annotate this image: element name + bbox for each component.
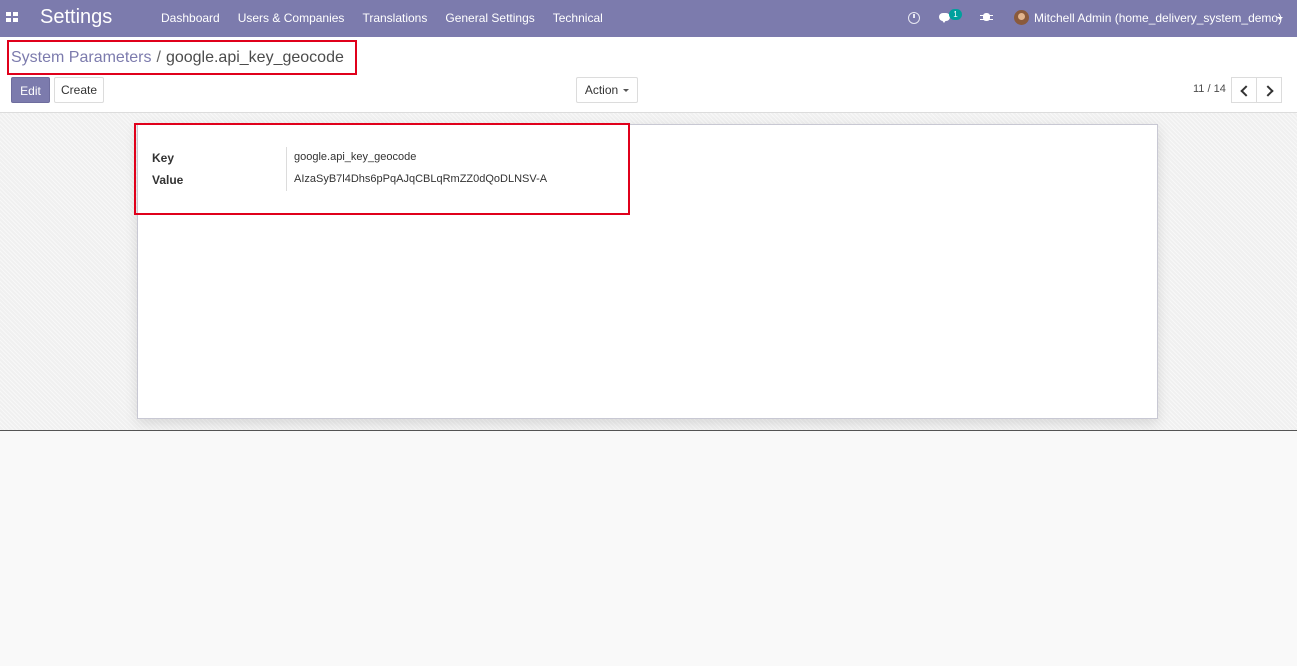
page-background	[0, 431, 1297, 666]
menu-item-translations[interactable]: Translations	[353, 0, 436, 37]
top-navbar: Settings Dashboard Users & Companies Tra…	[0, 0, 1297, 37]
activity-clock-icon[interactable]	[908, 12, 920, 24]
breadcrumb-parent-link[interactable]: System Parameters	[11, 49, 151, 66]
menu-item-dashboard[interactable]: Dashboard	[152, 0, 229, 37]
chevron-down-icon[interactable]	[1277, 17, 1283, 20]
action-label: Action	[584, 83, 619, 97]
user-menu[interactable]: Mitchell Admin (home_delivery_system_dem…	[1034, 0, 1282, 37]
pager-next-button[interactable]	[1256, 77, 1282, 103]
app-title[interactable]: Settings	[40, 6, 112, 29]
menu-item-general-settings[interactable]: General Settings	[436, 0, 543, 37]
control-panel: System Parameters / google.api_key_geocode…	[0, 37, 1297, 113]
breadcrumb-separator: /	[156, 49, 161, 66]
chevron-right-icon	[1262, 85, 1274, 97]
form-sheet: Key google.api_key_geocode Value AIzaSyB…	[137, 124, 1158, 419]
avatar[interactable]	[1014, 10, 1029, 25]
breadcrumb: System Parameters / google.api_key_geocode	[11, 49, 344, 67]
breadcrumb-current: google.api_key_geocode	[165, 49, 344, 66]
create-button[interactable]: Create	[54, 77, 104, 103]
value-label: Value	[152, 173, 184, 187]
pager-value[interactable]: 11 / 14	[1193, 83, 1226, 95]
menu-item-users-companies[interactable]: Users & Companies	[229, 0, 354, 37]
menu-item-technical[interactable]: Technical	[544, 0, 612, 37]
pager-previous-button[interactable]	[1231, 77, 1257, 103]
edit-button[interactable]: Edit	[11, 77, 50, 103]
main-menu: Dashboard Users & Companies Translations…	[152, 0, 612, 37]
key-label: Key	[152, 151, 175, 165]
apps-menu-icon[interactable]	[6, 12, 18, 23]
chat-badge: 1	[949, 9, 962, 20]
bug-icon[interactable]	[980, 11, 993, 22]
field-divider	[286, 147, 287, 191]
form-view: Key google.api_key_geocode Value AIzaSyB…	[0, 113, 1297, 431]
value-value: AIzaSyB7l4Dhs6pPqAJqCBLqRmZZ0dQoDLNSV-A	[294, 173, 548, 185]
caret-down-icon	[623, 89, 630, 93]
chevron-left-icon	[1240, 85, 1252, 97]
action-dropdown-button[interactable]: Action	[576, 77, 638, 103]
key-value: google.api_key_geocode	[294, 151, 417, 163]
